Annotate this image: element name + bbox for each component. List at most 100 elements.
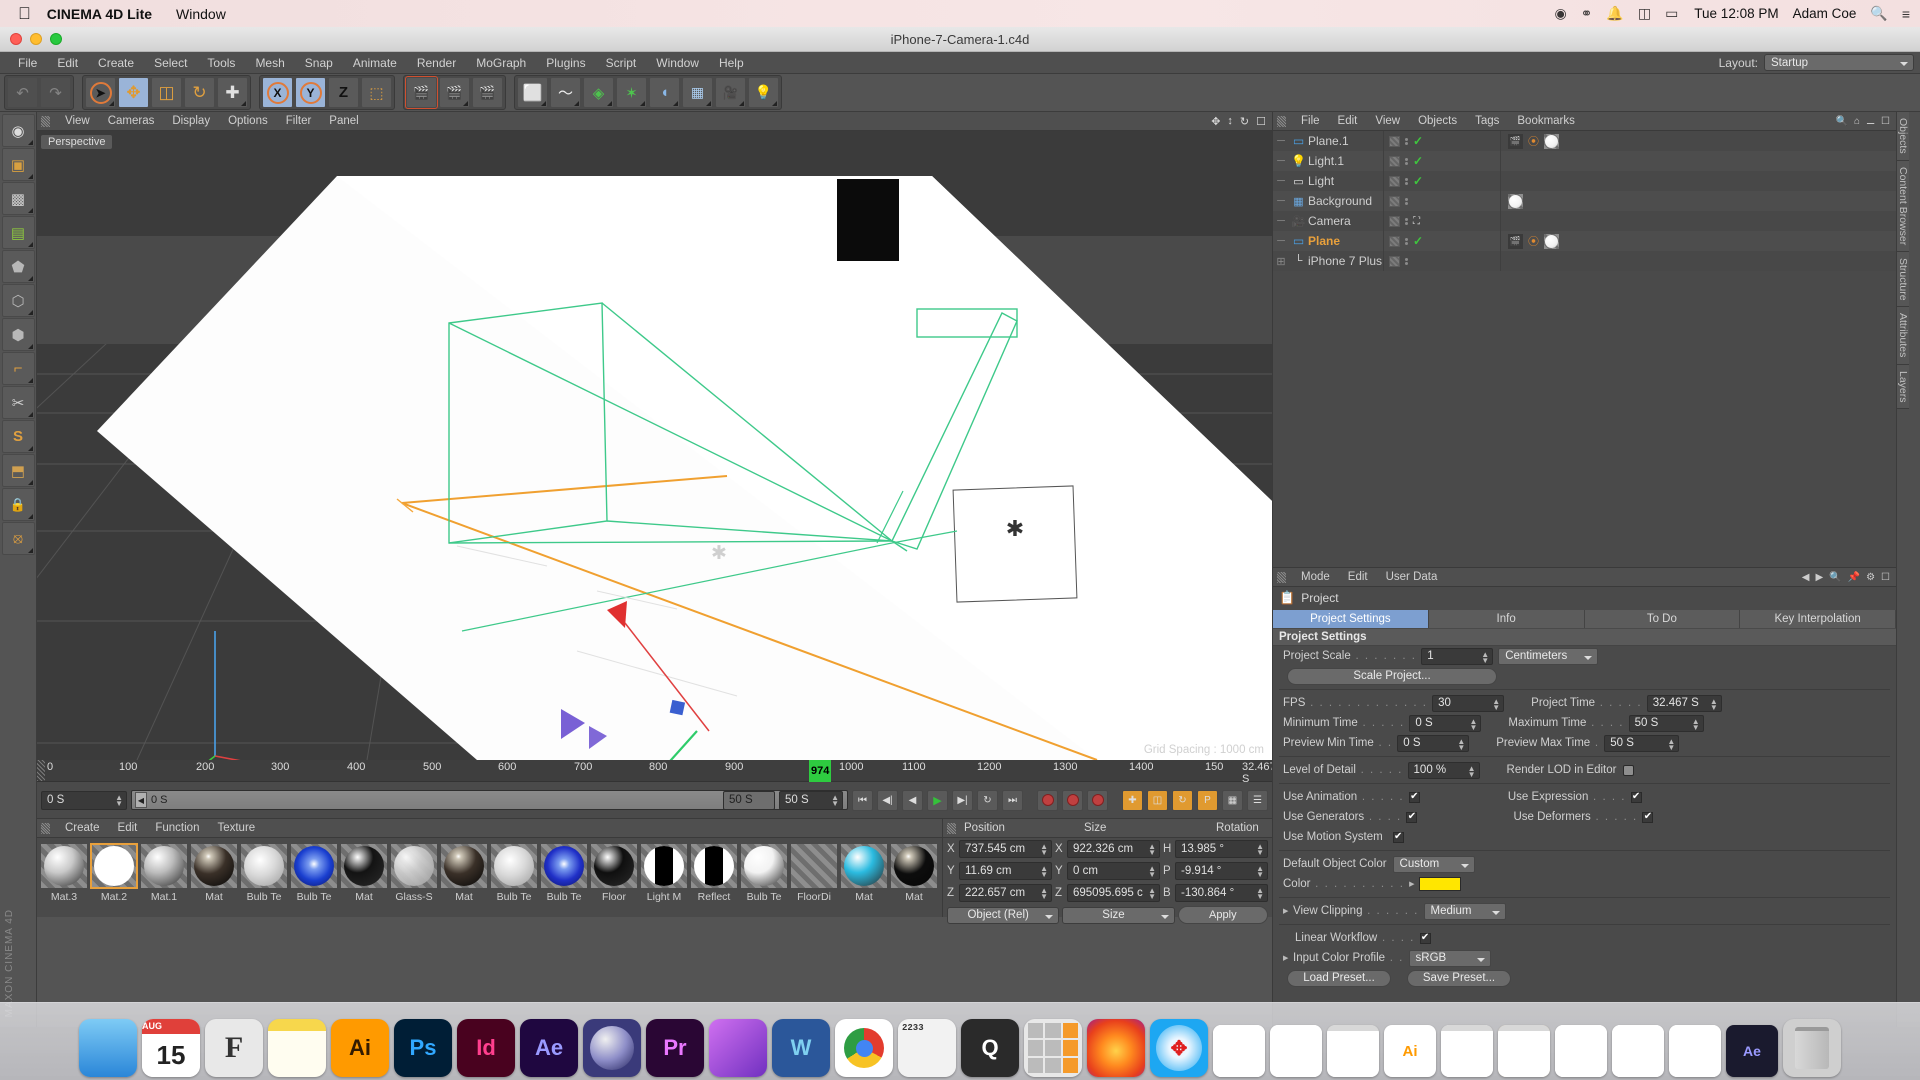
visibility-dots-icon[interactable]: [1405, 138, 1408, 145]
cloth-tag-icon[interactable]: 🎬: [1508, 234, 1523, 249]
tree-toggle-icon[interactable]: ─: [1273, 135, 1289, 147]
visibility-toggle-icon[interactable]: [1389, 256, 1400, 267]
material-item[interactable]: Mat: [190, 843, 238, 903]
polygon-tool[interactable]: ⬟: [2, 250, 35, 283]
add-generator-button[interactable]: ◈: [583, 77, 614, 108]
material-item[interactable]: Mat.1: [140, 843, 188, 903]
material-swatch[interactable]: [640, 843, 688, 889]
object-name[interactable]: Plane.1: [1308, 134, 1349, 148]
world-object-coordinate-toggle[interactable]: ⬚: [361, 77, 392, 108]
attr-menu-userdata[interactable]: User Data: [1377, 571, 1447, 583]
render-view-button[interactable]: 🎬: [406, 77, 437, 108]
color-swatch[interactable]: [1419, 877, 1461, 891]
dock-item-preview-window[interactable]: [1327, 1025, 1379, 1077]
material-swatch[interactable]: [890, 843, 938, 889]
tree-toggle-icon[interactable]: ─: [1273, 215, 1289, 227]
creative-cloud-icon[interactable]: ⚭: [1581, 5, 1593, 22]
material-tag-icon[interactable]: [1508, 194, 1523, 209]
menu-edit[interactable]: Edit: [47, 52, 88, 74]
material-dot-icon[interactable]: ⦿: [1526, 234, 1541, 249]
material-item[interactable]: Mat: [890, 843, 938, 903]
dock-item-illustrator[interactable]: Ai: [331, 1019, 389, 1077]
visibility-toggle-icon[interactable]: [1389, 236, 1400, 247]
material-menu-texture[interactable]: Texture: [208, 822, 264, 834]
use-animation-checkbox[interactable]: ✔: [1409, 792, 1420, 803]
project-scale-unit-dropdown[interactable]: Centimeters: [1498, 648, 1598, 665]
workplane-tool[interactable]: ⬒: [2, 454, 35, 487]
tab-to-do[interactable]: To Do: [1585, 610, 1741, 628]
dock-item-sketch[interactable]: [709, 1019, 767, 1077]
menu-file[interactable]: File: [8, 52, 47, 74]
autokey-button[interactable]: [1062, 790, 1083, 811]
dock-item-trash[interactable]: [1783, 1019, 1841, 1077]
object-row[interactable]: ─▭Plane✓🎬⦿: [1273, 231, 1896, 251]
visibility-dots-icon[interactable]: [1405, 238, 1408, 245]
snap-tool[interactable]: S: [2, 420, 35, 453]
material-swatch[interactable]: [290, 843, 338, 889]
add-deformer-button[interactable]: ✶: [616, 77, 647, 108]
material-tag-icon[interactable]: [1544, 234, 1559, 249]
dock-tab-structure[interactable]: Structure: [1897, 252, 1909, 308]
play-forward-button[interactable]: ▶: [927, 790, 948, 811]
material-swatch[interactable]: [690, 843, 738, 889]
material-item[interactable]: Mat: [840, 843, 888, 903]
search-icon[interactable]: 🔍: [1836, 116, 1848, 127]
level-of-detail-field[interactable]: 100 %▲▼: [1408, 762, 1480, 779]
use-generators-checkbox[interactable]: ✔: [1406, 812, 1417, 823]
go-to-end-button[interactable]: ⏭: [1002, 790, 1023, 811]
menu-snap[interactable]: Snap: [295, 52, 343, 74]
dock-item-document4[interactable]: [1612, 1025, 1664, 1077]
material-item[interactable]: Mat.2: [90, 843, 138, 903]
z-axis-lock[interactable]: Z: [328, 77, 359, 108]
home-icon[interactable]: ⌂: [1854, 116, 1860, 127]
menu-tools[interactable]: Tools: [197, 52, 245, 74]
material-item[interactable]: Bulb Te: [290, 843, 338, 903]
scale-project-button[interactable]: Scale Project...: [1287, 668, 1497, 685]
play-back-button[interactable]: ◀: [902, 790, 923, 811]
material-item[interactable]: Reflect: [690, 843, 738, 903]
y-axis-lock[interactable]: Y: [295, 77, 326, 108]
menubar-clock[interactable]: Tue 12:08 PM: [1694, 6, 1778, 21]
frame-back-button[interactable]: ◀|: [877, 790, 898, 811]
pan-icon[interactable]: ✥: [1211, 115, 1220, 128]
material-swatch[interactable]: [590, 843, 638, 889]
material-swatch[interactable]: [90, 843, 138, 889]
maximum-time-field[interactable]: 50 S▲▼: [1629, 715, 1704, 732]
material-menu-create[interactable]: Create: [56, 822, 109, 834]
tree-toggle-icon[interactable]: ─: [1273, 155, 1289, 167]
rotation-b-field[interactable]: -130.864 °▲▼: [1175, 884, 1268, 902]
x-axis-lock[interactable]: X: [262, 77, 293, 108]
quantize-tool[interactable]: ⦻: [2, 522, 35, 555]
menu-select[interactable]: Select: [144, 52, 197, 74]
panel-grip-icon[interactable]: [947, 823, 956, 834]
enabled-check-icon[interactable]: ✓: [1413, 174, 1423, 188]
pin-icon[interactable]: 📌: [1848, 572, 1860, 583]
size-x-field[interactable]: 922.326 cm▲▼: [1067, 840, 1160, 858]
project-scale-field[interactable]: 1▲▼: [1421, 648, 1493, 665]
material-item[interactable]: Bulb Te: [540, 843, 588, 903]
visibility-dots-icon[interactable]: [1405, 198, 1408, 205]
viewport-menu-panel[interactable]: Panel: [320, 115, 367, 127]
material-dot-icon[interactable]: ⦿: [1526, 134, 1541, 149]
keyframe-selection-button[interactable]: [1087, 790, 1108, 811]
material-item[interactable]: Mat: [340, 843, 388, 903]
use-deformers-checkbox[interactable]: ✔: [1642, 812, 1653, 823]
frame-forward-button[interactable]: ▶|: [952, 790, 973, 811]
position-z-field[interactable]: 222.657 cm▲▼: [959, 884, 1052, 902]
time-slider-handle[interactable]: ◀: [135, 792, 147, 808]
expand-triangle-icon[interactable]: ▶: [1283, 954, 1293, 962]
visibility-dots-icon[interactable]: [1405, 218, 1408, 225]
view-clipping-dropdown[interactable]: Medium: [1424, 903, 1506, 920]
add-light-button[interactable]: 💡: [748, 77, 779, 108]
go-to-start-button[interactable]: ⏮: [852, 790, 873, 811]
dock-item-safari[interactable]: ✥: [1150, 1019, 1208, 1077]
material-menu-edit[interactable]: Edit: [109, 822, 147, 834]
visibility-toggle-icon[interactable]: [1389, 196, 1400, 207]
dock-item-quicktime[interactable]: Q: [961, 1019, 1019, 1077]
undo-button[interactable]: ↶: [7, 77, 38, 108]
material-swatch[interactable]: [490, 843, 538, 889]
forward-arrow-icon[interactable]: ▶: [1815, 572, 1823, 583]
attr-menu-mode[interactable]: Mode: [1292, 571, 1339, 583]
panel-grip-icon[interactable]: [41, 116, 50, 127]
active-app-name[interactable]: CINEMA 4D Lite: [47, 6, 152, 22]
